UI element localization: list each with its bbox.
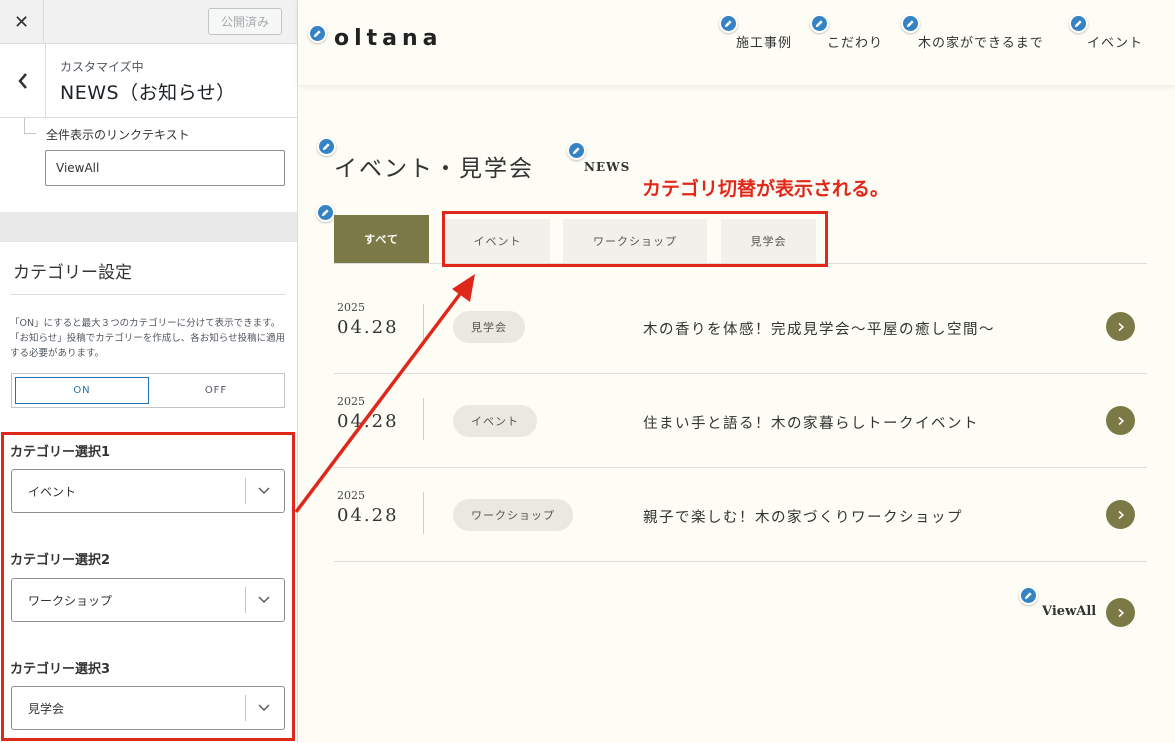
- page-heading: イベント・見学会: [334, 156, 534, 182]
- link-text-input[interactable]: ViewAll: [45, 150, 285, 186]
- pencil-icon[interactable]: [901, 14, 920, 33]
- site-logo[interactable]: oltana: [334, 26, 443, 51]
- link-text-section: 全件表示のリンクテキスト ViewAll: [0, 118, 297, 212]
- news-date: 04.28: [337, 505, 399, 526]
- pencil-icon[interactable]: [719, 14, 738, 33]
- divider: [423, 492, 424, 534]
- news-row[interactable]: 2025 04.28 ワークショップ 親子で楽しむ！木の家づくりワークショップ: [334, 468, 1147, 562]
- link-text-label: 全件表示のリンクテキスト: [46, 128, 190, 142]
- news-row[interactable]: 2025 04.28 イベント 住まい手と語る！木の家暮らしトークイベント: [334, 374, 1147, 468]
- news-row[interactable]: 2025 04.28 見学会 木の香りを体感！完成見学会〜平屋の癒し空間〜: [334, 280, 1147, 374]
- annotation-highlight-tabs: [442, 211, 828, 267]
- nav-item-works[interactable]: 施工事例: [736, 32, 792, 51]
- pencil-icon[interactable]: [308, 24, 327, 43]
- arrow-right-icon[interactable]: [1106, 312, 1135, 341]
- divider: [423, 304, 424, 346]
- news-year: 2025: [337, 301, 365, 314]
- chevron-left-icon[interactable]: [0, 44, 46, 118]
- news-title[interactable]: 親子で楽しむ！木の家づくりワークショップ: [643, 506, 963, 527]
- tree-connector: [24, 118, 36, 134]
- nav-item-process[interactable]: 木の家ができるまで: [918, 32, 1044, 51]
- nav-item-commitment[interactable]: こだわり: [827, 32, 883, 51]
- divider: [423, 398, 424, 440]
- annotation-highlight-selects: [1, 432, 295, 741]
- news-title[interactable]: 住まい手と語る！木の家暮らしトークイベント: [643, 412, 979, 433]
- annotation-text: カテゴリ切替が表示される。: [642, 178, 890, 200]
- arrow-right-icon[interactable]: [1106, 406, 1135, 435]
- toggle-off-button[interactable]: OFF: [150, 377, 282, 404]
- close-icon[interactable]: ✕: [0, 0, 44, 44]
- section-title: NEWS（お知らせ）: [60, 82, 236, 104]
- section-header: カスタマイズ中 NEWS（お知らせ）: [0, 44, 297, 118]
- news-year: 2025: [337, 395, 365, 408]
- page-heading-en: NEWS: [584, 160, 631, 174]
- pencil-icon[interactable]: [1069, 14, 1088, 33]
- viewall-link[interactable]: ViewAll: [1042, 604, 1096, 619]
- news-date: 04.28: [337, 317, 399, 338]
- divider: [10, 294, 286, 295]
- breadcrumb: カスタマイズ中: [60, 60, 144, 74]
- customizer-topbar: ✕ 公開済み: [0, 0, 297, 44]
- news-category-badge: ワークショップ: [453, 499, 573, 531]
- arrow-right-icon[interactable]: [1106, 598, 1135, 627]
- pencil-icon[interactable]: [1019, 586, 1038, 605]
- tab-all[interactable]: すべて: [334, 215, 429, 263]
- news-title[interactable]: 木の香りを体感！完成見学会〜平屋の癒し空間〜: [643, 318, 995, 339]
- news-category-badge: イベント: [453, 405, 537, 437]
- pencil-icon[interactable]: [316, 203, 335, 222]
- news-date: 04.28: [337, 411, 399, 432]
- toggle-on-button[interactable]: ON: [15, 377, 149, 404]
- section-divider: [0, 212, 297, 242]
- category-description: 「ON」にすると最大３つのカテゴリーに分けて表示できます。「お知らせ」投稿でカテ…: [10, 318, 286, 359]
- news-category-badge: 見学会: [453, 311, 525, 343]
- pencil-icon[interactable]: [810, 14, 829, 33]
- category-toggle: ON OFF: [11, 373, 285, 408]
- news-year: 2025: [337, 489, 365, 502]
- category-settings-title: カテゴリー設定: [13, 263, 132, 283]
- arrow-right-icon[interactable]: [1106, 500, 1135, 529]
- publish-button[interactable]: 公開済み: [208, 8, 282, 35]
- pencil-icon[interactable]: [567, 141, 586, 160]
- nav-item-event[interactable]: イベント: [1087, 32, 1143, 51]
